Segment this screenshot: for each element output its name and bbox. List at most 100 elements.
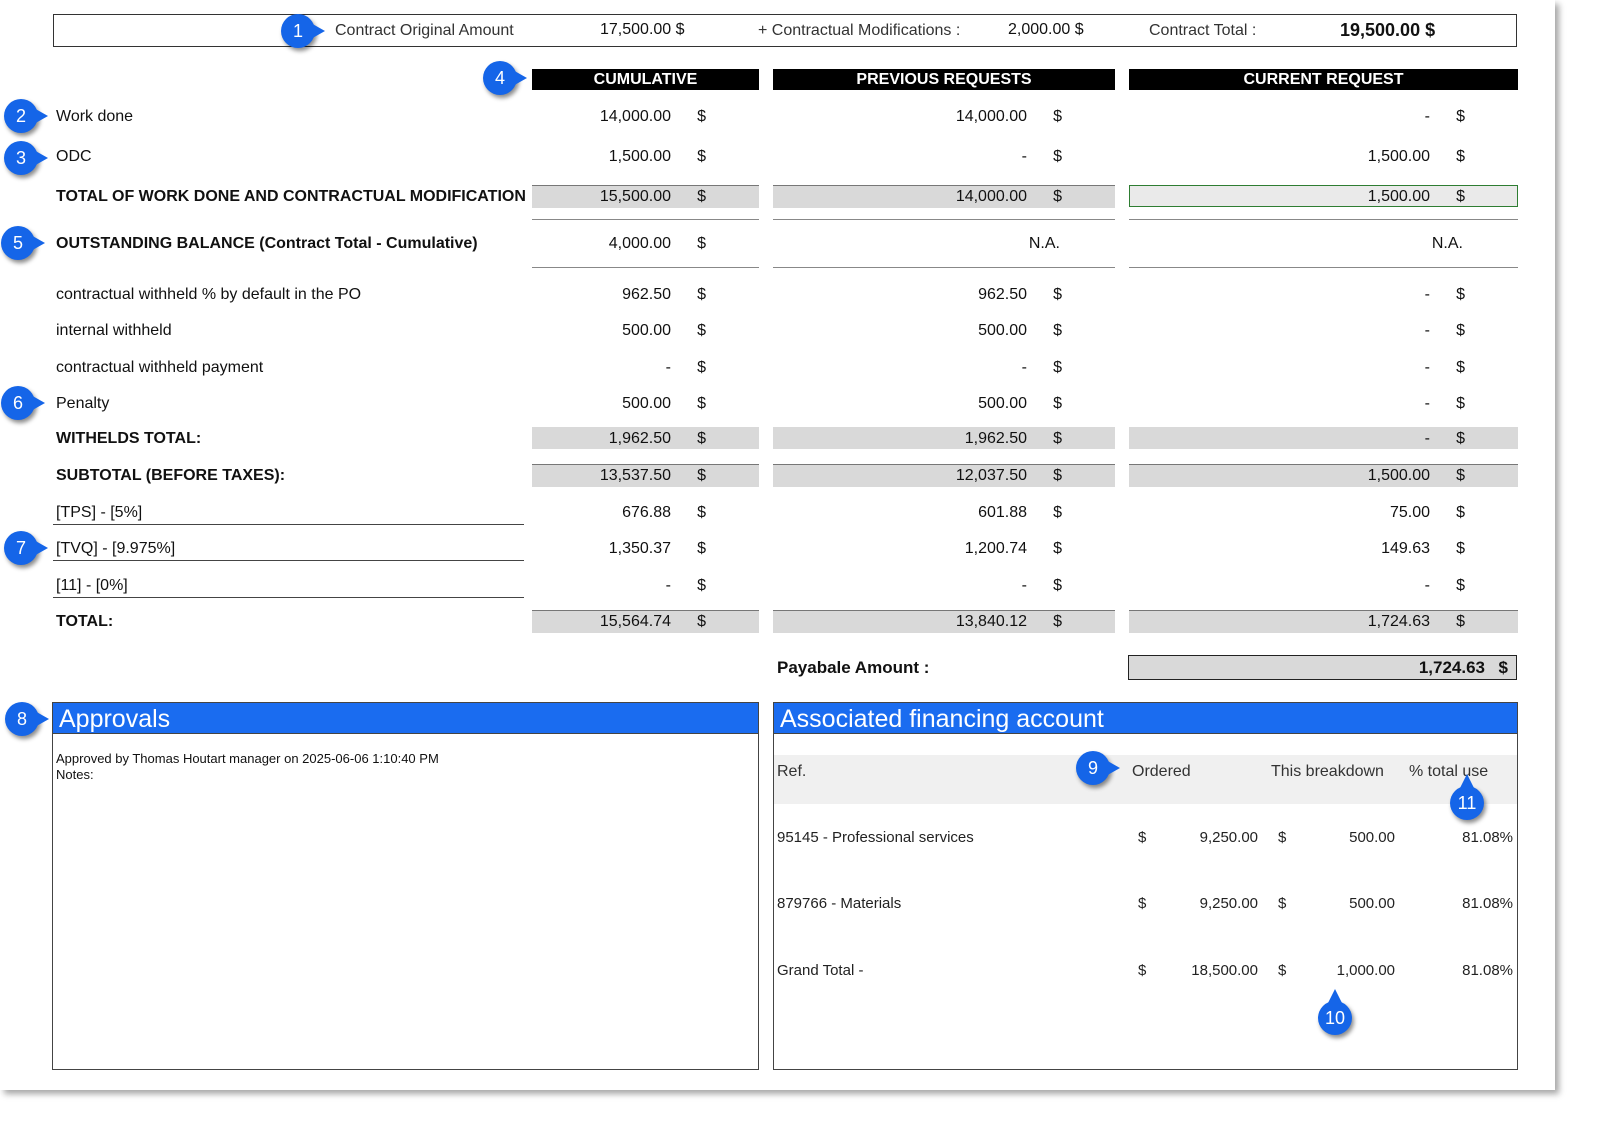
row-value-penalty-2: - [1424,395,1430,412]
financing-breakdown-currency: $ [1278,829,1287,846]
row-currency-work-done-0: $ [697,108,706,125]
financing-ordered-currency: $ [1138,829,1147,846]
financing-panel: Ref. Ordered This breakdown % total use … [773,733,1518,1070]
row-label-contract-withheld: contractual withheld % by default in the… [56,286,362,303]
approval-line: Approved by Thomas Houtart manager on 20… [56,751,439,766]
payable-currency: $ [1498,658,1508,677]
row-value-work-done-1: 14,000.00 [955,108,1027,125]
contract-original-label: Contract Original Amount [335,22,514,39]
row-currency-tps-2: $ [1456,504,1465,521]
financing-use: 81.08% [1462,895,1513,912]
financing-ordered: 18,500.00 [1191,962,1258,979]
approval-notes: Notes: [56,767,94,782]
financing-header-use: % total use [1409,763,1489,780]
col-header-previous: PREVIOUS REQUESTS [773,69,1115,90]
row-value-withheld-payment-1: - [1021,359,1027,376]
row-currency-internal-withheld-2: $ [1456,322,1465,339]
row-label-odc: ODC [56,148,92,165]
row-currency-penalty-2: $ [1456,395,1465,412]
callout-4: 4 [483,61,527,95]
approvals-title: Approvals [52,702,759,734]
financing-breakdown-currency: $ [1278,962,1287,979]
row-value-odc-1: - [1021,148,1027,165]
row-bg-subtotal-1 [773,464,1115,487]
contract-mods-value: 2,000.00 $ [1008,21,1084,38]
row-label-subtotal: SUBTOTAL (BEFORE TAXES): [56,467,286,484]
row-value-total-work-1: 14,000.00 [955,188,1027,205]
financing-header-ordered: Ordered [1132,763,1191,780]
financing-breakdown: 1,000.00 [1336,962,1395,979]
financing-use: 81.08% [1462,962,1513,979]
row-value-withheld-payment-0: - [665,359,671,376]
row-currency-tax11-2: $ [1456,577,1465,594]
row-sep-bottom-0 [532,267,759,268]
row-value-total-1: 13,840.12 [955,613,1027,630]
row-currency-withheld-payment-2: $ [1456,359,1465,376]
row-value-internal-withheld-2: - [1424,322,1430,339]
row-currency-internal-withheld-1: $ [1053,322,1062,339]
callout-3: 3 [4,141,48,175]
row-label-total: TOTAL: [56,613,114,630]
row-currency-contract-withheld-1: $ [1053,286,1062,303]
row-bg-withheld-total-1 [773,427,1115,449]
row-value-tps-2: 75.00 [1389,504,1430,521]
row-currency-total-2: $ [1456,613,1465,630]
row-value-tvq-2: 149.63 [1381,540,1430,557]
row-value-tax11-0: - [665,577,671,594]
row-value-outstanding-2: N.A. [1431,235,1463,252]
row-value-withheld-total-0: 1,962.50 [608,430,671,447]
row-value-total-0: 15,564.74 [599,613,671,630]
row-currency-subtotal-0: $ [697,467,706,484]
row-value-tvq-0: 1,350.37 [608,540,671,557]
row-label-total-work: TOTAL OF WORK DONE AND CONTRACTUAL MODIF… [56,188,526,205]
financing-ordered-currency: $ [1138,962,1147,979]
row-sep-bottom-2 [1129,267,1518,268]
row-currency-contract-withheld-0: $ [697,286,706,303]
row-value-tps-1: 601.88 [978,504,1027,521]
callout-8: 8 [5,702,49,736]
row-value-total-2: 1,724.63 [1367,613,1430,630]
row-value-withheld-total-2: - [1424,430,1430,447]
row-label-internal-withheld: internal withheld [56,322,172,339]
callout-1: 1 [281,14,325,48]
row-sep-top-0 [532,219,759,220]
row-currency-tps-0: $ [697,504,706,521]
row-currency-total-1: $ [1053,613,1062,630]
row-currency-tax11-1: $ [1053,577,1062,594]
financing-header-breakdown: This breakdown [1271,763,1384,780]
row-label-outstanding: OUTSTANDING BALANCE (Contract Total - Cu… [56,235,478,252]
row-label-tps: [TPS] - [5%] [53,502,524,525]
row-currency-withheld-total-2: $ [1456,430,1465,447]
callout-5: 5 [1,226,45,260]
row-bg-total-work-1 [773,185,1115,208]
row-currency-penalty-1: $ [1053,395,1062,412]
row-currency-total-0: $ [697,613,706,630]
contract-total-value: 19,500.00 $ [1340,20,1436,40]
row-value-penalty-1: 500.00 [978,395,1027,412]
payable-value: 1,724.63 [1418,658,1485,677]
financing-breakdown: 500.00 [1349,829,1395,846]
financing-header-ref: Ref. [777,763,807,780]
row-currency-tvq-2: $ [1456,540,1465,557]
row-value-outstanding-0: 4,000.00 [608,235,671,252]
row-currency-withheld-total-0: $ [697,430,706,447]
row-currency-odc-2: $ [1456,148,1465,165]
financing-use: 81.08% [1462,829,1513,846]
financing-ref: 879766 - Materials [777,895,902,912]
row-currency-withheld-total-1: $ [1053,430,1062,447]
row-value-work-done-0: 14,000.00 [599,108,671,125]
row-currency-work-done-2: $ [1456,108,1465,125]
row-value-total-work-0: 15,500.00 [599,188,671,205]
row-currency-subtotal-2: $ [1456,467,1465,484]
row-value-contract-withheld-2: - [1424,286,1430,303]
contract-total-label: Contract Total : [1149,22,1257,39]
row-label-withheld-payment: contractual withheld payment [56,359,264,376]
row-currency-subtotal-1: $ [1053,467,1062,484]
financing-ordered: 9,250.00 [1199,829,1258,846]
row-label-withheld-total: WITHELDS TOTAL: [56,430,202,447]
row-value-subtotal-2: 1,500.00 [1367,467,1430,484]
row-currency-odc-1: $ [1053,148,1062,165]
row-label-tvq: [TVQ] - [9.975%] [53,538,524,561]
row-value-contract-withheld-1: 962.50 [978,286,1027,303]
row-sep-top-2 [1129,219,1518,220]
